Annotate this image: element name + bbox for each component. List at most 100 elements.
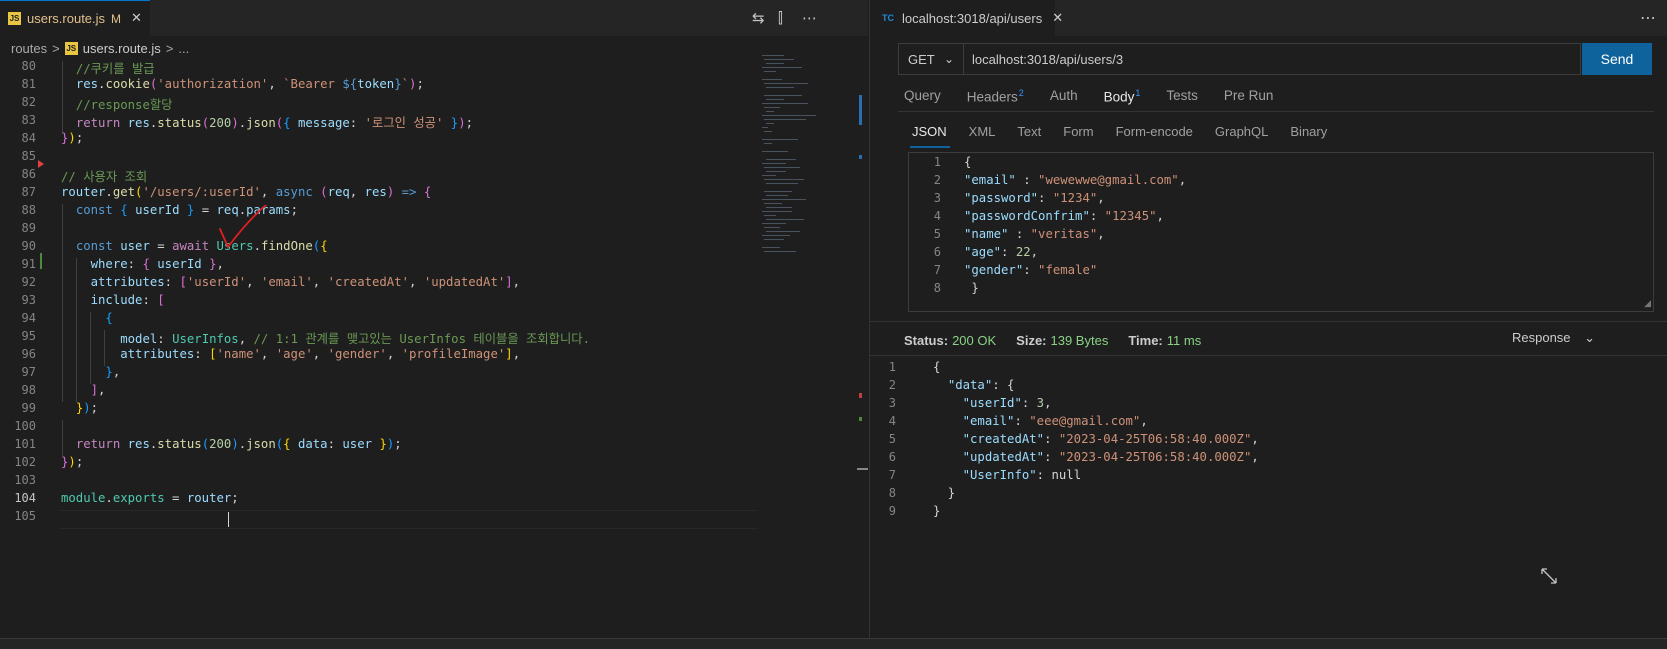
breadcrumb-file[interactable]: users.route.js [83, 41, 161, 56]
line-number: 7 [933, 263, 941, 277]
code-line[interactable]: return res.status(200).json({ message: '… [61, 113, 473, 131]
chevron-right-icon: > [165, 40, 174, 56]
json-line[interactable]: "passwordConfrim": "12345", [964, 209, 1164, 223]
line-number: 85 [21, 149, 36, 163]
code-line[interactable]: //쿠키를 발급 [61, 59, 155, 77]
minimap-line [764, 131, 772, 132]
split-editor-icon[interactable]: ⫿ [778, 9, 783, 27]
code-line[interactable]: router.get('/users/:userId', async (req,… [61, 185, 431, 199]
resize-grip-icon[interactable]: ◢ [1644, 299, 1651, 309]
editor-scrollbar[interactable] [857, 55, 868, 648]
code-line[interactable]: include: [ [61, 293, 165, 307]
line-number: 89 [21, 221, 36, 235]
send-button[interactable]: Send [1582, 43, 1652, 75]
breadcrumb: routes > JS users.route.js > ... [0, 37, 868, 59]
code-line[interactable]: // 사용자 조회 [61, 167, 147, 185]
breadcrumb-folder[interactable]: routes [11, 41, 47, 56]
json-line[interactable]: "password": "1234", [964, 191, 1105, 205]
tab-request-users[interactable]: TC localhost:3018/api/users ✕ [870, 0, 1063, 36]
line-number: 86 [21, 167, 36, 181]
line-number: 87 [21, 185, 36, 199]
js-file-icon: JS [8, 12, 21, 25]
more-actions-icon[interactable]: ⋯ [1640, 8, 1656, 27]
line-number: 94 [21, 311, 36, 325]
code-line[interactable]: const user = await Users.findOne({ [61, 239, 328, 253]
code-line[interactable]: attributes: ['name', 'age', 'gender', 'p… [61, 347, 520, 361]
json-line[interactable]: } [964, 281, 978, 295]
breadcrumb-more[interactable]: ... [178, 41, 189, 56]
code-line[interactable]: }); [61, 455, 83, 469]
line-number: 82 [21, 95, 36, 109]
method-select[interactable]: GET ⌄ [899, 44, 964, 74]
code-line[interactable]: ], [61, 383, 106, 397]
js-file-icon: JS [64, 41, 78, 55]
tab-pre-run[interactable]: Pre Run [1224, 88, 1274, 110]
more-actions-icon[interactable]: ⋯ [802, 9, 817, 27]
code-line[interactable]: }); [61, 131, 83, 145]
code-line[interactable]: return res.status(200).json({ data: user… [61, 437, 402, 451]
tab-query[interactable]: Query [904, 88, 941, 110]
minimap-line [762, 235, 790, 236]
json-line: "updatedAt": "2023-04-25T06:58:40.000Z", [962, 450, 1259, 464]
code-line[interactable]: attributes: ['userId', 'email', 'created… [61, 275, 520, 289]
tab-auth[interactable]: Auth [1050, 88, 1078, 110]
minimap-line [766, 87, 794, 88]
body-tab-xml[interactable]: XML [969, 124, 996, 146]
json-line: } [933, 486, 956, 500]
close-icon[interactable]: ✕ [131, 11, 142, 26]
request-body-editor[interactable]: ◢ 1 {2 "email" : "wewewwe@gmail.com", 3 "pas… [908, 152, 1654, 312]
scroll-marker [859, 155, 862, 159]
line-number: 5 [933, 227, 941, 241]
tab-count-badge: 1 [1135, 88, 1141, 98]
divider [898, 111, 1654, 112]
close-icon[interactable]: ✕ [1052, 10, 1063, 26]
json-line[interactable]: { [964, 155, 971, 169]
current-line-highlight [60, 510, 758, 529]
response-body[interactable]: 1 {2 "data": {3 "userId": 3, 4 "email": "e… [870, 358, 1667, 558]
minimap-line [766, 207, 792, 208]
line-number: 84 [21, 131, 36, 145]
minimap[interactable] [760, 55, 860, 275]
code-line[interactable]: where: { userId }, [61, 257, 224, 271]
body-tab-form-encode[interactable]: Form-encode [1116, 124, 1193, 146]
line-number: 4 [888, 414, 896, 428]
tab-label: users.route.js [27, 11, 106, 26]
code-line[interactable]: //response할당 [61, 95, 173, 113]
minimap-line [766, 99, 784, 100]
chevron-down-icon: ⌄ [1584, 330, 1596, 345]
code-line[interactable]: res.cookie('authorization', `Bearer ${to… [61, 77, 424, 91]
text-cursor [228, 512, 229, 527]
expand-icon[interactable] [1540, 567, 1558, 585]
url-input[interactable] [964, 50, 1580, 68]
minimap-line [764, 191, 792, 192]
body-tab-graphql[interactable]: GraphQL [1215, 124, 1268, 146]
minimap-line [762, 247, 780, 248]
json-line[interactable]: "name" : "veritas", [964, 227, 1105, 241]
json-line[interactable]: "gender": "female" [964, 263, 1097, 277]
body-tab-text[interactable]: Text [1017, 124, 1041, 146]
body-tab-form[interactable]: Form [1063, 124, 1093, 146]
code-line[interactable]: }, [61, 365, 120, 379]
line-number: 6 [888, 450, 896, 464]
body-tab-json[interactable]: JSON [912, 124, 947, 146]
minimap-line [762, 223, 786, 224]
tab-users-route[interactable]: JS users.route.js M ✕ [0, 0, 150, 36]
minimap-line [762, 103, 808, 104]
line-number: 96 [21, 347, 36, 361]
tab-tests[interactable]: Tests [1166, 88, 1198, 110]
tab-headers[interactable]: Headers2 [967, 88, 1024, 110]
tc-tab-bar: TC localhost:3018/api/users ✕ ⋯ [870, 0, 1667, 36]
json-line[interactable]: "age": 22, [964, 245, 1038, 259]
code-line[interactable]: model: UserInfos, // 1:1 관계를 맺고있는 UserIn… [61, 329, 590, 347]
compare-changes-icon[interactable]: ⇆ [752, 9, 765, 27]
code-line[interactable]: module.exports = router; [61, 491, 239, 505]
response-view-select[interactable]: Response ⌄ [1512, 330, 1595, 346]
code-editor: JS users.route.js M ✕ ⇆ ⫿ ⋯ routes > JS … [0, 0, 868, 648]
minimap-line [764, 59, 794, 60]
code-line[interactable]: }); [61, 401, 98, 415]
tab-body[interactable]: Body1 [1104, 88, 1141, 110]
body-tab-binary[interactable]: Binary [1290, 124, 1327, 146]
minimap-line [764, 251, 796, 252]
json-line[interactable]: "email" : "wewewwe@gmail.com", [964, 173, 1186, 187]
code-line[interactable]: { [61, 311, 112, 325]
